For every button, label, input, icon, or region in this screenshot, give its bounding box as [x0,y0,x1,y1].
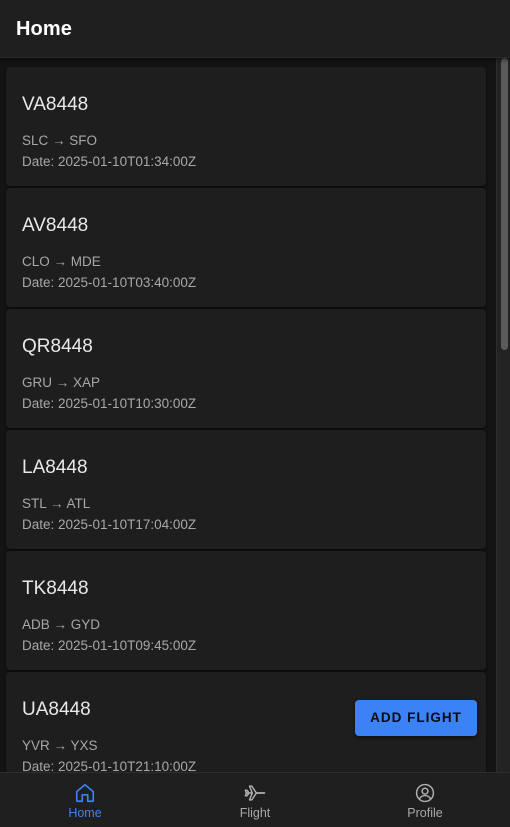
flight-date: Date: 2025-01-10T01:34:00Z [22,154,197,169]
flight-code: UA8448 [22,699,91,720]
flight-date: Date: 2025-01-10T21:10:00Z [22,759,197,772]
flight-code: VA8448 [22,94,89,115]
flight-date: Date: 2025-01-10T09:45:00Z [22,638,197,653]
flight-route: ADB → GYD [22,617,101,632]
flight-route: GRU → XAP [22,375,101,390]
flight-code: AV8448 [22,215,89,236]
flight-card[interactable]: AV8448 CLO → MDE Date: 2025-01-10T03:40:… [6,188,486,307]
flight-date: Date: 2025-01-10T03:40:00Z [22,275,197,290]
nav-label-home: Home [68,806,102,820]
flight-card[interactable]: QR8448 GRU → XAP Date: 2025-01-10T10:30:… [6,309,486,428]
account-circle-icon [415,783,435,803]
flight-card[interactable]: LA8448 STL → ATL Date: 2025-01-10T17:04:… [6,430,486,549]
home-icon [75,783,95,803]
flight-list-scroll-area[interactable]: VA8448 SLC → SFO Date: 2025-01-10T01:34:… [0,58,510,772]
flight-code: QR8448 [22,336,93,357]
nav-item-flight[interactable]: Flight [170,773,340,827]
flight-route: YVR → YXS [22,738,98,753]
nav-item-home[interactable]: Home [0,773,170,827]
app-root: Home VA8448 SLC → SFO Date: 2025-01-10T0… [0,0,510,827]
page-title: Home [16,18,72,40]
add-flight-button[interactable]: ADD FLIGHT [355,700,477,736]
flight-card[interactable]: TK8448 ADB → GYD Date: 2025-01-10T09:45:… [6,551,486,670]
flight-code: TK8448 [22,578,89,599]
bottom-navigation: Home Flight Profile [0,772,510,827]
airplane-icon [244,785,266,801]
flight-card[interactable]: VA8448 SLC → SFO Date: 2025-01-10T01:34:… [6,67,486,186]
flight-route: STL → ATL [22,496,91,511]
flight-list: VA8448 SLC → SFO Date: 2025-01-10T01:34:… [6,67,486,772]
nav-label-flight: Flight [239,806,271,820]
scrollbar-thumb[interactable] [501,58,508,350]
flight-date: Date: 2025-01-10T10:30:00Z [22,396,197,411]
nav-item-profile[interactable]: Profile [340,773,510,827]
flight-route: CLO → MDE [22,254,101,269]
scrollbar[interactable] [496,58,510,772]
flight-route: SLC → SFO [22,133,98,148]
nav-label-profile: Profile [407,806,443,820]
flight-date: Date: 2025-01-10T17:04:00Z [22,517,197,532]
flight-code: LA8448 [22,457,88,478]
app-bar: Home [0,0,510,58]
